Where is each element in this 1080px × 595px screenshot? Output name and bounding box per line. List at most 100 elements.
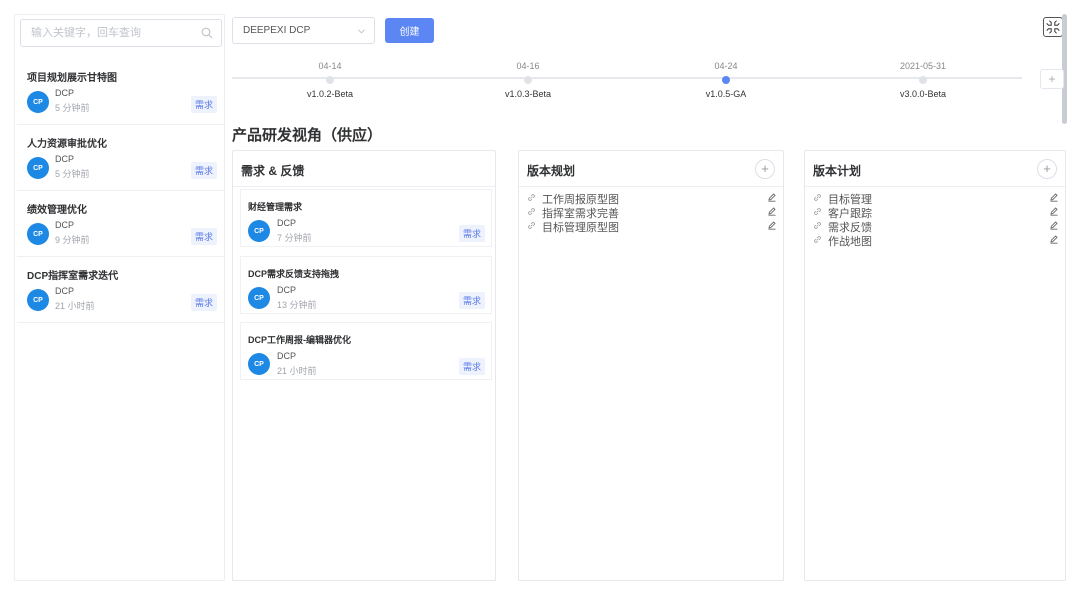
edit-icon[interactable] (1049, 206, 1059, 216)
link-text[interactable]: 作战地图 (828, 233, 872, 249)
search-box[interactable] (20, 19, 222, 47)
search-input[interactable] (31, 20, 201, 46)
column-title: 版本规划 (527, 164, 576, 178)
timeline-version: v1.0.5-GA (705, 89, 747, 99)
column-header: 需求 & 反馈 (233, 151, 495, 187)
planning-column: 版本规划 + 工作周报原型图 指挥室需求完善 目标管理原型图 (518, 150, 784, 581)
left-panel: 项目规划展示甘特图 CP DCP 5 分钟前 需求 人力资源审批优化 CP DC… (14, 14, 225, 581)
add-version-button[interactable]: + (1040, 69, 1064, 89)
item-time: 9 分钟前 (55, 235, 90, 245)
card-title: DCP工作周报-编辑器优化 (248, 335, 351, 345)
link-icon (528, 194, 535, 201)
timeline-date: 04-16 (516, 61, 540, 71)
plan-column: 版本计划 + 目标管理 客户跟踪 需求反馈 作战地图 (804, 150, 1066, 581)
card-time: 7 分钟前 (277, 233, 312, 243)
avatar: CP (27, 157, 49, 179)
item-time: 5 分钟前 (55, 103, 90, 113)
column-header: 版本计划 + (805, 151, 1065, 187)
column-title: 需求 & 反馈 (241, 164, 305, 178)
timeline-node[interactable]: 04-24 v1.0.5-GA (666, 61, 786, 99)
item-time: 5 分钟前 (55, 169, 90, 179)
feedback-column: 需求 & 反馈 财经管理需求 CP DCP 7 分钟前 需求 DCP需求反馈支持… (232, 150, 496, 581)
add-planning-button[interactable]: + (755, 159, 775, 179)
link-icon (528, 222, 535, 229)
create-button[interactable]: 创建 (385, 18, 434, 43)
item-user: DCP (55, 88, 75, 98)
list-item[interactable]: 人力资源审批优化 CP DCP 5 分钟前 需求 (17, 125, 224, 191)
item-title: 项目规划展示甘特图 (27, 73, 117, 84)
edit-icon[interactable] (1049, 220, 1059, 230)
timeline-dot (919, 76, 927, 84)
status-badge: 需求 (190, 228, 217, 245)
link-icon (814, 208, 821, 215)
page: 项目规划展示甘特图 CP DCP 5 分钟前 需求 人力资源审批优化 CP DC… (0, 0, 1080, 595)
timeline-dot-active (722, 76, 730, 84)
project-select[interactable]: DEEPEXI DCP (232, 17, 375, 44)
search-icon[interactable] (201, 27, 213, 39)
timeline-version: v1.0.3-Beta (504, 89, 552, 99)
avatar: CP (27, 223, 49, 245)
card-title: DCP需求反馈支持拖拽 (248, 269, 340, 279)
card-time: 13 分钟前 (277, 300, 317, 310)
timeline-dot (524, 76, 532, 84)
avatar: CP (27, 289, 49, 311)
status-badge: 需求 (458, 225, 485, 242)
card-title: 财经管理需求 (248, 202, 303, 212)
link-icon (528, 208, 535, 215)
plan-link-row[interactable]: 需求反馈 (813, 219, 1059, 234)
link-icon (814, 236, 821, 243)
collapse-icon (1046, 20, 1060, 34)
edit-icon[interactable] (1049, 234, 1059, 244)
timeline-date: 04-14 (318, 61, 342, 71)
item-title: 人力资源审批优化 (27, 139, 107, 150)
card-time: 21 小时前 (277, 366, 317, 376)
item-user: DCP (55, 286, 75, 296)
timeline-dot (326, 76, 334, 84)
planning-link-row[interactable]: 目标管理原型图 (527, 219, 777, 235)
chevron-down-icon (357, 29, 366, 34)
planning-link-row[interactable]: 指挥室需求完善 (527, 205, 777, 220)
feedback-card[interactable]: DCP需求反馈支持拖拽 CP DCP 13 分钟前 需求 (240, 256, 492, 314)
status-badge: 需求 (190, 162, 217, 179)
planning-link-row[interactable]: 工作周报原型图 (527, 191, 777, 206)
plan-link-row[interactable]: 作战地图 (813, 233, 1059, 249)
list-item[interactable]: DCP指挥室需求迭代 CP DCP 21 小时前 需求 (17, 257, 224, 323)
avatar: CP (248, 353, 270, 375)
link-icon (814, 194, 821, 201)
timeline-version: v1.0.2-Beta (306, 89, 354, 99)
column-header: 版本规划 + (519, 151, 783, 187)
card-user: DCP (277, 285, 297, 295)
edit-icon[interactable] (1049, 192, 1059, 202)
item-user: DCP (55, 154, 75, 164)
timeline-date: 04-24 (714, 61, 738, 71)
avatar: CP (248, 220, 270, 242)
status-badge: 需求 (190, 294, 217, 311)
edit-icon[interactable] (767, 192, 777, 202)
column-title: 版本计划 (813, 164, 862, 178)
add-plan-button[interactable]: + (1037, 159, 1057, 179)
edit-icon[interactable] (767, 220, 777, 230)
feedback-card[interactable]: 财经管理需求 CP DCP 7 分钟前 需求 (240, 189, 492, 247)
list-item[interactable]: 项目规划展示甘特图 CP DCP 5 分钟前 需求 (17, 59, 224, 125)
timeline-node[interactable]: 2021-05-31 v3.0.0-Beta (863, 61, 983, 99)
collapse-button[interactable] (1043, 17, 1063, 37)
plan-link-row[interactable]: 客户跟踪 (813, 205, 1059, 220)
avatar: CP (27, 91, 49, 113)
status-badge: 需求 (190, 96, 217, 113)
feedback-card[interactable]: DCP工作周报-编辑器优化 CP DCP 21 小时前 需求 (240, 322, 492, 380)
item-title: DCP指挥室需求迭代 (27, 271, 119, 282)
timeline-version: v3.0.0-Beta (899, 89, 947, 99)
list-item[interactable]: 绩效管理优化 CP DCP 9 分钟前 需求 (17, 191, 224, 257)
page-title: 产品研发视角（供应） (232, 127, 383, 144)
avatar: CP (248, 287, 270, 309)
item-user: DCP (55, 220, 75, 230)
edit-icon[interactable] (767, 206, 777, 216)
project-select-value: DEEPEXI DCP (243, 25, 311, 36)
card-user: DCP (277, 351, 297, 361)
timeline-node[interactable]: 04-16 v1.0.3-Beta (468, 61, 588, 99)
timeline-date: 2021-05-31 (899, 61, 947, 71)
item-title: 绩效管理优化 (27, 205, 87, 216)
plan-link-row[interactable]: 目标管理 (813, 191, 1059, 206)
timeline-node[interactable]: 04-14 v1.0.2-Beta (270, 61, 390, 99)
link-text[interactable]: 目标管理原型图 (542, 219, 619, 235)
